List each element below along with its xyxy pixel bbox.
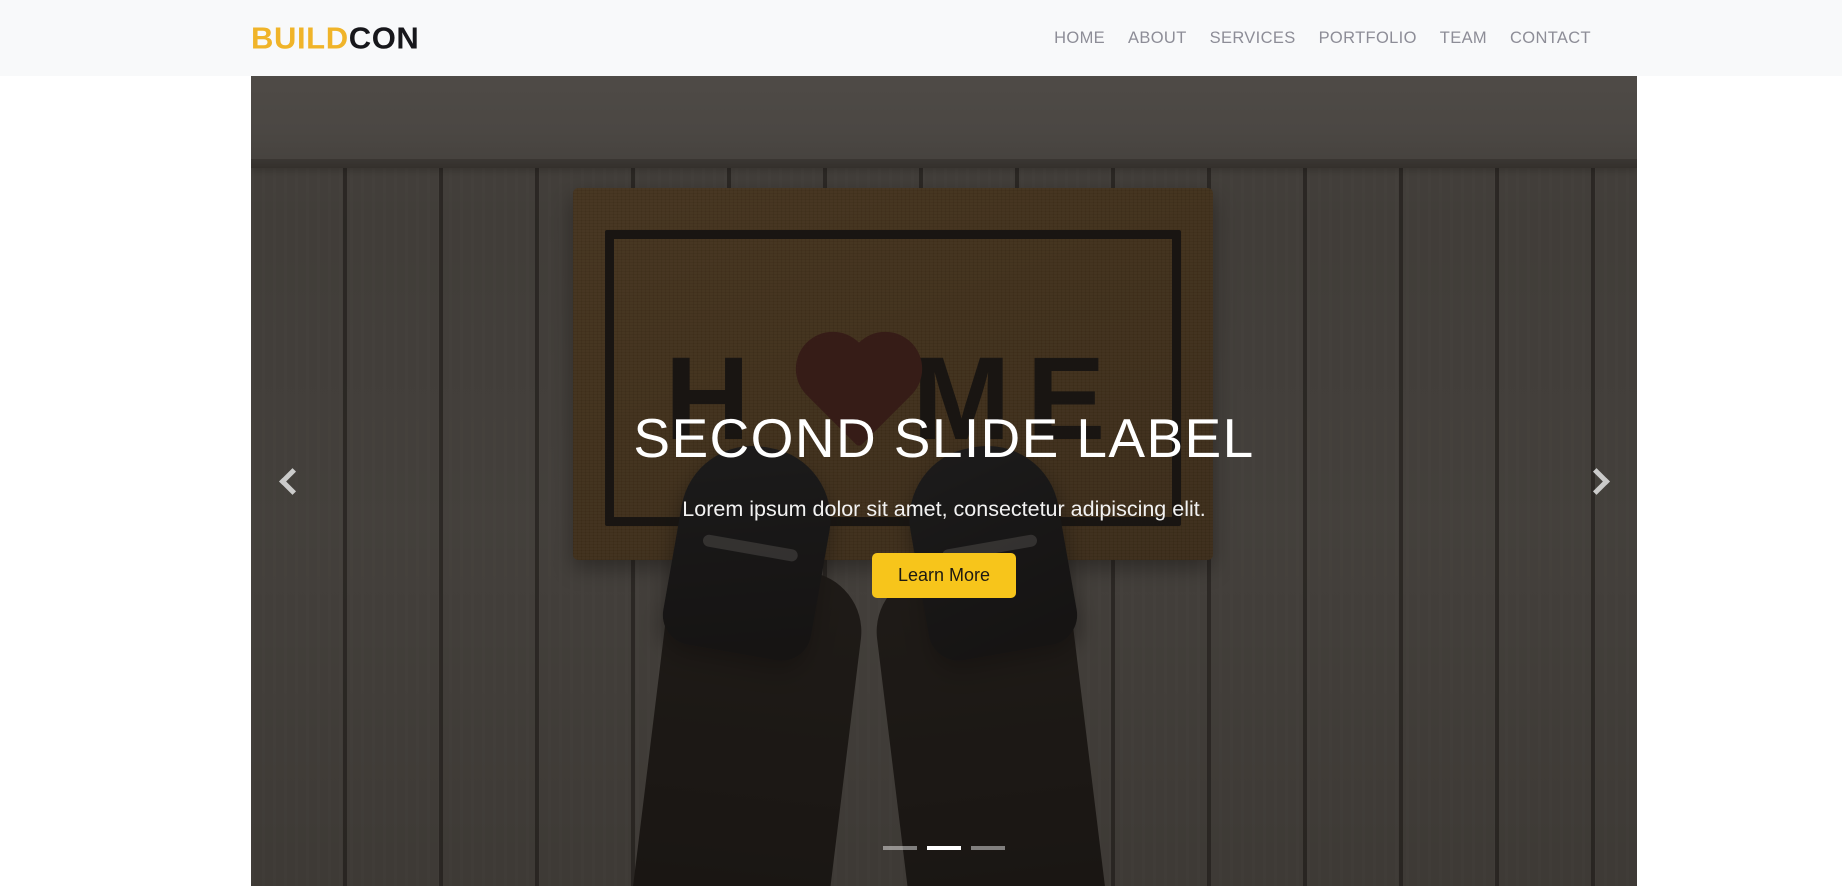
- nav-item-contact[interactable]: CONTACT: [1510, 30, 1591, 47]
- carousel-prev-button[interactable]: [251, 76, 333, 886]
- carousel-indicator-2[interactable]: [927, 846, 961, 850]
- logo-text-secondary: CON: [348, 20, 420, 56]
- site-header: BUILDCON HOME ABOUT SERVICES PORTFOLIO T…: [0, 0, 1842, 76]
- logo-text-primary: BUILD: [251, 20, 349, 56]
- hero-section: H ME SECOND SLIDE LABEL Lorem ipsum dolo…: [0, 76, 1842, 886]
- carousel-indicator-3[interactable]: [971, 846, 1005, 850]
- nav-item-home[interactable]: HOME: [1054, 30, 1105, 47]
- carousel-indicators: [883, 846, 1005, 850]
- carousel-next-button[interactable]: [1555, 76, 1637, 886]
- hero-carousel: H ME SECOND SLIDE LABEL Lorem ipsum dolo…: [251, 76, 1637, 886]
- chevron-left-icon: [278, 467, 306, 495]
- nav-item-services[interactable]: SERVICES: [1210, 30, 1296, 47]
- chevron-right-icon: [1582, 467, 1610, 495]
- learn-more-button[interactable]: Learn More: [871, 553, 1017, 598]
- slide-caption: SECOND SLIDE LABEL Lorem ipsum dolor sit…: [619, 408, 1269, 598]
- main-navigation: HOME ABOUT SERVICES PORTFOLIO TEAM CONTA…: [1054, 30, 1591, 47]
- nav-item-team[interactable]: TEAM: [1440, 30, 1487, 47]
- slide-title: SECOND SLIDE LABEL: [633, 407, 1255, 469]
- carousel-indicator-1[interactable]: [883, 846, 917, 850]
- nav-item-about[interactable]: ABOUT: [1128, 30, 1187, 47]
- nav-item-portfolio[interactable]: PORTFOLIO: [1319, 30, 1417, 47]
- slide-description: Lorem ipsum dolor sit amet, consectetur …: [682, 496, 1206, 521]
- site-logo[interactable]: BUILDCON: [251, 23, 419, 54]
